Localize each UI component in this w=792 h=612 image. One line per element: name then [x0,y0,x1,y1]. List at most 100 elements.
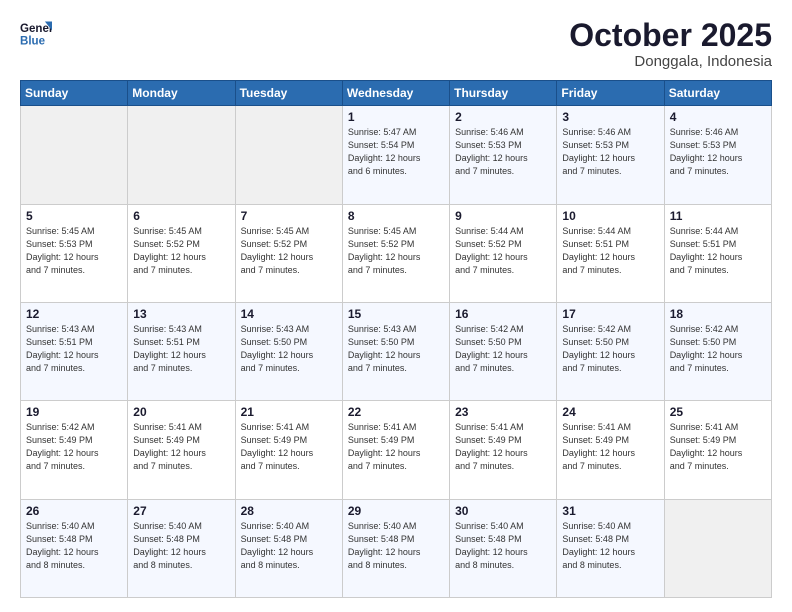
day-info: Sunrise: 5:43 AM Sunset: 5:51 PM Dayligh… [133,323,229,375]
day-cell [21,106,128,204]
weekday-header-monday: Monday [128,81,235,106]
day-cell: 15 Sunrise: 5:43 AM Sunset: 5:50 PM Dayli… [342,302,449,400]
day-cell: 6 Sunrise: 5:45 AM Sunset: 5:52 PM Daylig… [128,204,235,302]
day-number: 25 [670,405,766,419]
day-info: Sunrise: 5:43 AM Sunset: 5:51 PM Dayligh… [26,323,122,375]
day-info: Sunrise: 5:45 AM Sunset: 5:53 PM Dayligh… [26,225,122,277]
day-info: Sunrise: 5:40 AM Sunset: 5:48 PM Dayligh… [241,520,337,572]
day-cell [128,106,235,204]
day-cell: 25 Sunrise: 5:41 AM Sunset: 5:49 PM Dayli… [664,401,771,499]
month-title: October 2025 [569,18,772,53]
day-info: Sunrise: 5:47 AM Sunset: 5:54 PM Dayligh… [348,126,444,178]
week-row-2: 5 Sunrise: 5:45 AM Sunset: 5:53 PM Daylig… [21,204,772,302]
page: General Blue October 2025 Donggala, Indo… [0,0,792,612]
day-info: Sunrise: 5:46 AM Sunset: 5:53 PM Dayligh… [670,126,766,178]
day-cell: 23 Sunrise: 5:41 AM Sunset: 5:49 PM Dayli… [450,401,557,499]
day-info: Sunrise: 5:41 AM Sunset: 5:49 PM Dayligh… [562,421,658,473]
week-row-1: 1 Sunrise: 5:47 AM Sunset: 5:54 PM Daylig… [21,106,772,204]
day-number: 16 [455,307,551,321]
day-info: Sunrise: 5:40 AM Sunset: 5:48 PM Dayligh… [455,520,551,572]
day-cell: 18 Sunrise: 5:42 AM Sunset: 5:50 PM Dayli… [664,302,771,400]
day-info: Sunrise: 5:40 AM Sunset: 5:48 PM Dayligh… [26,520,122,572]
day-info: Sunrise: 5:43 AM Sunset: 5:50 PM Dayligh… [348,323,444,375]
day-number: 27 [133,504,229,518]
day-cell: 27Sunrise: 5:40 AM Sunset: 5:48 PM Dayli… [128,499,235,597]
day-cell [664,499,771,597]
day-number: 15 [348,307,444,321]
day-number: 5 [26,209,122,223]
week-row-4: 19Sunrise: 5:42 AM Sunset: 5:49 PM Dayli… [21,401,772,499]
day-number: 23 [455,405,551,419]
day-info: Sunrise: 5:45 AM Sunset: 5:52 PM Dayligh… [348,225,444,277]
day-number: 3 [562,110,658,124]
day-info: Sunrise: 5:41 AM Sunset: 5:49 PM Dayligh… [670,421,766,473]
day-info: Sunrise: 5:41 AM Sunset: 5:49 PM Dayligh… [241,421,337,473]
day-cell: 14Sunrise: 5:43 AM Sunset: 5:50 PM Dayli… [235,302,342,400]
day-number: 30 [455,504,551,518]
day-info: Sunrise: 5:45 AM Sunset: 5:52 PM Dayligh… [133,225,229,277]
svg-text:Blue: Blue [20,36,46,48]
weekday-header-saturday: Saturday [664,81,771,106]
day-number: 6 [133,209,229,223]
weekday-header-wednesday: Wednesday [342,81,449,106]
weekday-header-sunday: Sunday [21,81,128,106]
header: General Blue October 2025 Donggala, Indo… [20,18,772,70]
week-row-5: 26 Sunrise: 5:40 AM Sunset: 5:48 PM Dayli… [21,499,772,597]
weekday-header-tuesday: Tuesday [235,81,342,106]
day-number: 10 [562,209,658,223]
day-cell: 3 Sunrise: 5:46 AM Sunset: 5:53 PM Daylig… [557,106,664,204]
day-cell: 13Sunrise: 5:43 AM Sunset: 5:51 PM Dayli… [128,302,235,400]
day-cell: 22Sunrise: 5:41 AM Sunset: 5:49 PM Dayli… [342,401,449,499]
day-info: Sunrise: 5:44 AM Sunset: 5:51 PM Dayligh… [562,225,658,277]
day-cell: 7Sunrise: 5:45 AM Sunset: 5:52 PM Daylig… [235,204,342,302]
day-info: Sunrise: 5:41 AM Sunset: 5:49 PM Dayligh… [348,421,444,473]
day-cell: 2Sunrise: 5:46 AM Sunset: 5:53 PM Daylig… [450,106,557,204]
logo-icon: General Blue [20,18,52,50]
day-number: 9 [455,209,551,223]
day-cell: 11 Sunrise: 5:44 AM Sunset: 5:51 PM Dayli… [664,204,771,302]
day-number: 8 [348,209,444,223]
day-cell: 26 Sunrise: 5:40 AM Sunset: 5:48 PM Dayli… [21,499,128,597]
location: Donggala, Indonesia [569,53,772,70]
day-info: Sunrise: 5:41 AM Sunset: 5:49 PM Dayligh… [455,421,551,473]
day-cell: 10 Sunrise: 5:44 AM Sunset: 5:51 PM Dayli… [557,204,664,302]
day-info: Sunrise: 5:42 AM Sunset: 5:50 PM Dayligh… [455,323,551,375]
day-cell: 24 Sunrise: 5:41 AM Sunset: 5:49 PM Dayli… [557,401,664,499]
day-number: 26 [26,504,122,518]
day-cell: 30 Sunrise: 5:40 AM Sunset: 5:48 PM Dayli… [450,499,557,597]
weekday-header-friday: Friday [557,81,664,106]
day-number: 7 [241,209,337,223]
day-info: Sunrise: 5:40 AM Sunset: 5:48 PM Dayligh… [348,520,444,572]
weekday-header-row: SundayMondayTuesdayWednesdayThursdayFrid… [21,81,772,106]
title-block: October 2025 Donggala, Indonesia [569,18,772,70]
day-number: 17 [562,307,658,321]
day-number: 24 [562,405,658,419]
day-number: 1 [348,110,444,124]
day-cell: 29 Sunrise: 5:40 AM Sunset: 5:48 PM Dayli… [342,499,449,597]
day-cell: 12 Sunrise: 5:43 AM Sunset: 5:51 PM Dayli… [21,302,128,400]
day-cell: 4 Sunrise: 5:46 AM Sunset: 5:53 PM Daylig… [664,106,771,204]
day-number: 28 [241,504,337,518]
day-info: Sunrise: 5:43 AM Sunset: 5:50 PM Dayligh… [241,323,337,375]
day-info: Sunrise: 5:41 AM Sunset: 5:49 PM Dayligh… [133,421,229,473]
day-info: Sunrise: 5:40 AM Sunset: 5:48 PM Dayligh… [562,520,658,572]
day-info: Sunrise: 5:46 AM Sunset: 5:53 PM Dayligh… [562,126,658,178]
day-cell: 9 Sunrise: 5:44 AM Sunset: 5:52 PM Daylig… [450,204,557,302]
day-number: 11 [670,209,766,223]
day-cell: 19Sunrise: 5:42 AM Sunset: 5:49 PM Dayli… [21,401,128,499]
day-cell: 16 Sunrise: 5:42 AM Sunset: 5:50 PM Dayli… [450,302,557,400]
day-number: 29 [348,504,444,518]
day-number: 19 [26,405,122,419]
logo: General Blue [20,18,52,50]
day-info: Sunrise: 5:42 AM Sunset: 5:50 PM Dayligh… [670,323,766,375]
day-info: Sunrise: 5:46 AM Sunset: 5:53 PM Dayligh… [455,126,551,178]
day-number: 18 [670,307,766,321]
day-number: 12 [26,307,122,321]
day-info: Sunrise: 5:44 AM Sunset: 5:52 PM Dayligh… [455,225,551,277]
day-info: Sunrise: 5:42 AM Sunset: 5:50 PM Dayligh… [562,323,658,375]
day-cell: 5 Sunrise: 5:45 AM Sunset: 5:53 PM Daylig… [21,204,128,302]
day-info: Sunrise: 5:44 AM Sunset: 5:51 PM Dayligh… [670,225,766,277]
day-cell: 31Sunrise: 5:40 AM Sunset: 5:48 PM Dayli… [557,499,664,597]
day-number: 4 [670,110,766,124]
day-cell: 28 Sunrise: 5:40 AM Sunset: 5:48 PM Dayli… [235,499,342,597]
